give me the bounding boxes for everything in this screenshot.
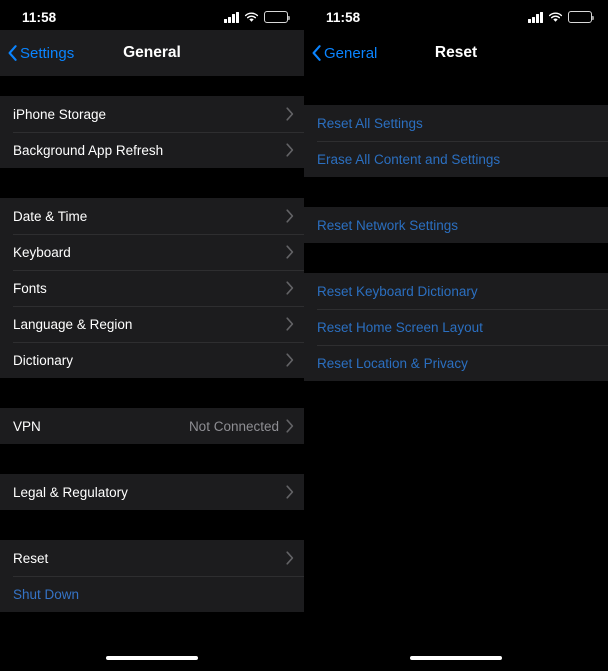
row-label: Reset Keyboard Dictionary: [317, 284, 598, 299]
table-row[interactable]: Reset Network Settings: [304, 207, 608, 243]
settings-group-localization: Date & Time Keyboard Fonts Language & Re…: [0, 198, 304, 378]
row-label: Background App Refresh: [13, 143, 286, 158]
status-bar-icons: [224, 11, 288, 23]
row-label: Legal & Regulatory: [13, 485, 286, 500]
status-bar-icons: [528, 11, 592, 23]
status-bar: 11:58: [304, 0, 608, 30]
table-row[interactable]: Erase All Content and Settings: [304, 141, 608, 177]
chevron-right-icon: [286, 245, 294, 259]
section-gap: [0, 444, 304, 474]
row-label: iPhone Storage: [13, 107, 286, 122]
chevron-right-icon: [286, 107, 294, 121]
navigation-bar: Settings General: [0, 30, 304, 76]
status-bar-time: 11:58: [326, 10, 360, 25]
wifi-icon: [548, 12, 563, 23]
row-label: Date & Time: [13, 209, 286, 224]
table-row[interactable]: Date & Time: [0, 198, 304, 234]
row-label: Reset: [13, 551, 286, 566]
home-indicator: [410, 656, 502, 661]
chevron-right-icon: [286, 209, 294, 223]
settings-group-reset: Reset Shut Down: [0, 540, 304, 612]
battery-icon: [264, 11, 288, 23]
chevron-right-icon: [286, 317, 294, 331]
table-row[interactable]: Reset: [0, 540, 304, 576]
settings-list: iPhone Storage Background App Refresh Da…: [0, 76, 304, 612]
table-row[interactable]: VPN Not Connected: [0, 408, 304, 444]
chevron-left-icon: [8, 45, 17, 61]
table-row[interactable]: Reset Home Screen Layout: [304, 309, 608, 345]
right-phone-screen: 11:58 General Reset: [304, 0, 608, 671]
navigation-bar: General Reset: [304, 30, 608, 76]
chevron-right-icon: [286, 419, 294, 433]
section-gap: [304, 243, 608, 273]
row-label: VPN: [13, 419, 189, 434]
row-label: Keyboard: [13, 245, 286, 260]
back-button[interactable]: Settings: [0, 45, 74, 62]
table-row[interactable]: Keyboard: [0, 234, 304, 270]
chevron-right-icon: [286, 143, 294, 157]
dual-screenshot-container: 11:58 Settings General: [0, 0, 608, 671]
back-button[interactable]: General: [304, 45, 377, 62]
table-row[interactable]: Legal & Regulatory: [0, 474, 304, 510]
row-label: Erase All Content and Settings: [317, 152, 598, 167]
table-row[interactable]: Background App Refresh: [0, 132, 304, 168]
row-label: Reset Network Settings: [317, 218, 598, 233]
settings-group-vpn: VPN Not Connected: [0, 408, 304, 444]
table-row[interactable]: iPhone Storage: [0, 96, 304, 132]
chevron-right-icon: [286, 281, 294, 295]
cellular-bars-icon: [224, 12, 239, 23]
table-row[interactable]: Reset Keyboard Dictionary: [304, 273, 608, 309]
section-gap: [0, 510, 304, 540]
back-button-label: General: [324, 45, 377, 62]
row-label: Reset Location & Privacy: [317, 356, 598, 371]
reset-list: Reset All Settings Erase All Content and…: [304, 76, 608, 381]
table-row[interactable]: Reset Location & Privacy: [304, 345, 608, 381]
row-label: Reset Home Screen Layout: [317, 320, 598, 335]
section-gap: [304, 76, 608, 105]
row-label: Fonts: [13, 281, 286, 296]
chevron-right-icon: [286, 485, 294, 499]
reset-group-primary: Reset All Settings Erase All Content and…: [304, 105, 608, 177]
reset-group-other: Reset Keyboard Dictionary Reset Home Scr…: [304, 273, 608, 381]
chevron-left-icon: [312, 45, 321, 61]
chevron-right-icon: [286, 551, 294, 565]
battery-icon: [568, 11, 592, 23]
wifi-icon: [244, 12, 259, 23]
reset-group-network: Reset Network Settings: [304, 207, 608, 243]
cellular-bars-icon: [528, 12, 543, 23]
table-row[interactable]: Fonts: [0, 270, 304, 306]
section-gap: [0, 378, 304, 408]
left-phone-screen: 11:58 Settings General: [0, 0, 304, 671]
table-row[interactable]: Reset All Settings: [304, 105, 608, 141]
home-indicator: [106, 656, 198, 661]
section-gap: [304, 177, 608, 207]
table-row[interactable]: Shut Down: [0, 576, 304, 612]
row-value: Not Connected: [189, 419, 279, 434]
chevron-right-icon: [286, 353, 294, 367]
back-button-label: Settings: [20, 45, 74, 62]
status-bar: 11:58: [0, 0, 304, 30]
row-label: Language & Region: [13, 317, 286, 332]
section-gap: [0, 76, 304, 96]
section-gap: [0, 168, 304, 198]
row-label: Dictionary: [13, 353, 286, 368]
status-bar-time: 11:58: [22, 10, 56, 25]
row-label: Reset All Settings: [317, 116, 598, 131]
table-row[interactable]: Language & Region: [0, 306, 304, 342]
row-label: Shut Down: [13, 587, 294, 602]
table-row[interactable]: Dictionary: [0, 342, 304, 378]
settings-group-storage: iPhone Storage Background App Refresh: [0, 96, 304, 168]
settings-group-legal: Legal & Regulatory: [0, 474, 304, 510]
